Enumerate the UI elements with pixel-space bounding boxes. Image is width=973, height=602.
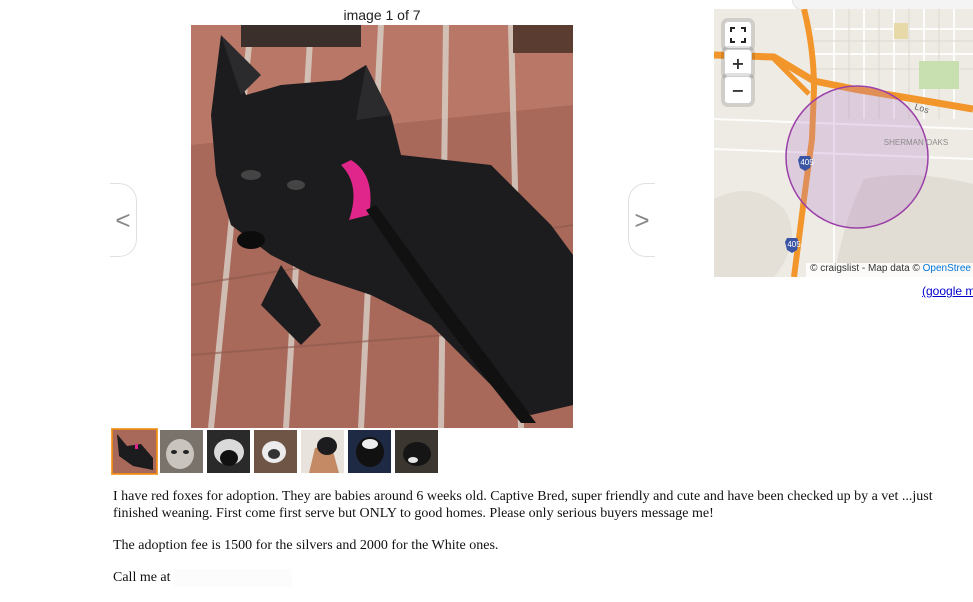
fullscreen-button[interactable] <box>724 21 752 49</box>
thumbnail-1[interactable] <box>112 429 157 474</box>
phone-number-redacted <box>174 569 293 587</box>
openstreetmap-link[interactable]: OpenStree <box>923 263 971 274</box>
thumbnail-4[interactable] <box>253 429 298 474</box>
thumbnail-5[interactable] <box>300 429 345 474</box>
thumbnail-7[interactable] <box>394 429 439 474</box>
plus-icon: + <box>731 53 745 73</box>
description-paragraph-2: The adoption fee is 1500 for the silvers… <box>113 538 499 553</box>
posting-body: I have red foxes for adoption. They are … <box>113 488 963 602</box>
google-map-link[interactable]: (google m <box>922 284 973 298</box>
image-counter: image 1 of 7 <box>343 7 421 23</box>
thumbnail-strip <box>112 429 441 474</box>
thumbnail-3[interactable] <box>206 429 251 474</box>
minus-icon: − <box>731 80 745 100</box>
location-map[interactable]: 405 405 SHERMAN OAKS Los + − © craigslis… <box>714 9 973 277</box>
zoom-out-button[interactable]: − <box>724 76 752 104</box>
zoom-in-button[interactable]: + <box>724 49 752 77</box>
fullscreen-icon <box>730 27 746 43</box>
thumbnail-6[interactable] <box>347 429 392 474</box>
description-paragraph-3: Call me at <box>113 569 963 587</box>
thumbnail-2[interactable] <box>159 429 204 474</box>
previous-image-button[interactable]: < <box>110 183 137 257</box>
map-attribution: © craigslist - Map data © OpenStree <box>806 263 973 277</box>
main-photo[interactable] <box>191 25 573 428</box>
map-place-label: SHERMAN OAKS <box>884 138 948 147</box>
call-me-text: Call me at <box>113 570 171 586</box>
next-image-button[interactable]: > <box>628 183 655 257</box>
attribution-text: © craigslist - Map data © <box>810 263 920 274</box>
freeway-shield-label-1: 405 <box>800 158 814 167</box>
description-paragraph-1: I have red foxes for adoption. They are … <box>113 489 933 521</box>
freeway-shield-label-2: 405 <box>787 240 801 249</box>
